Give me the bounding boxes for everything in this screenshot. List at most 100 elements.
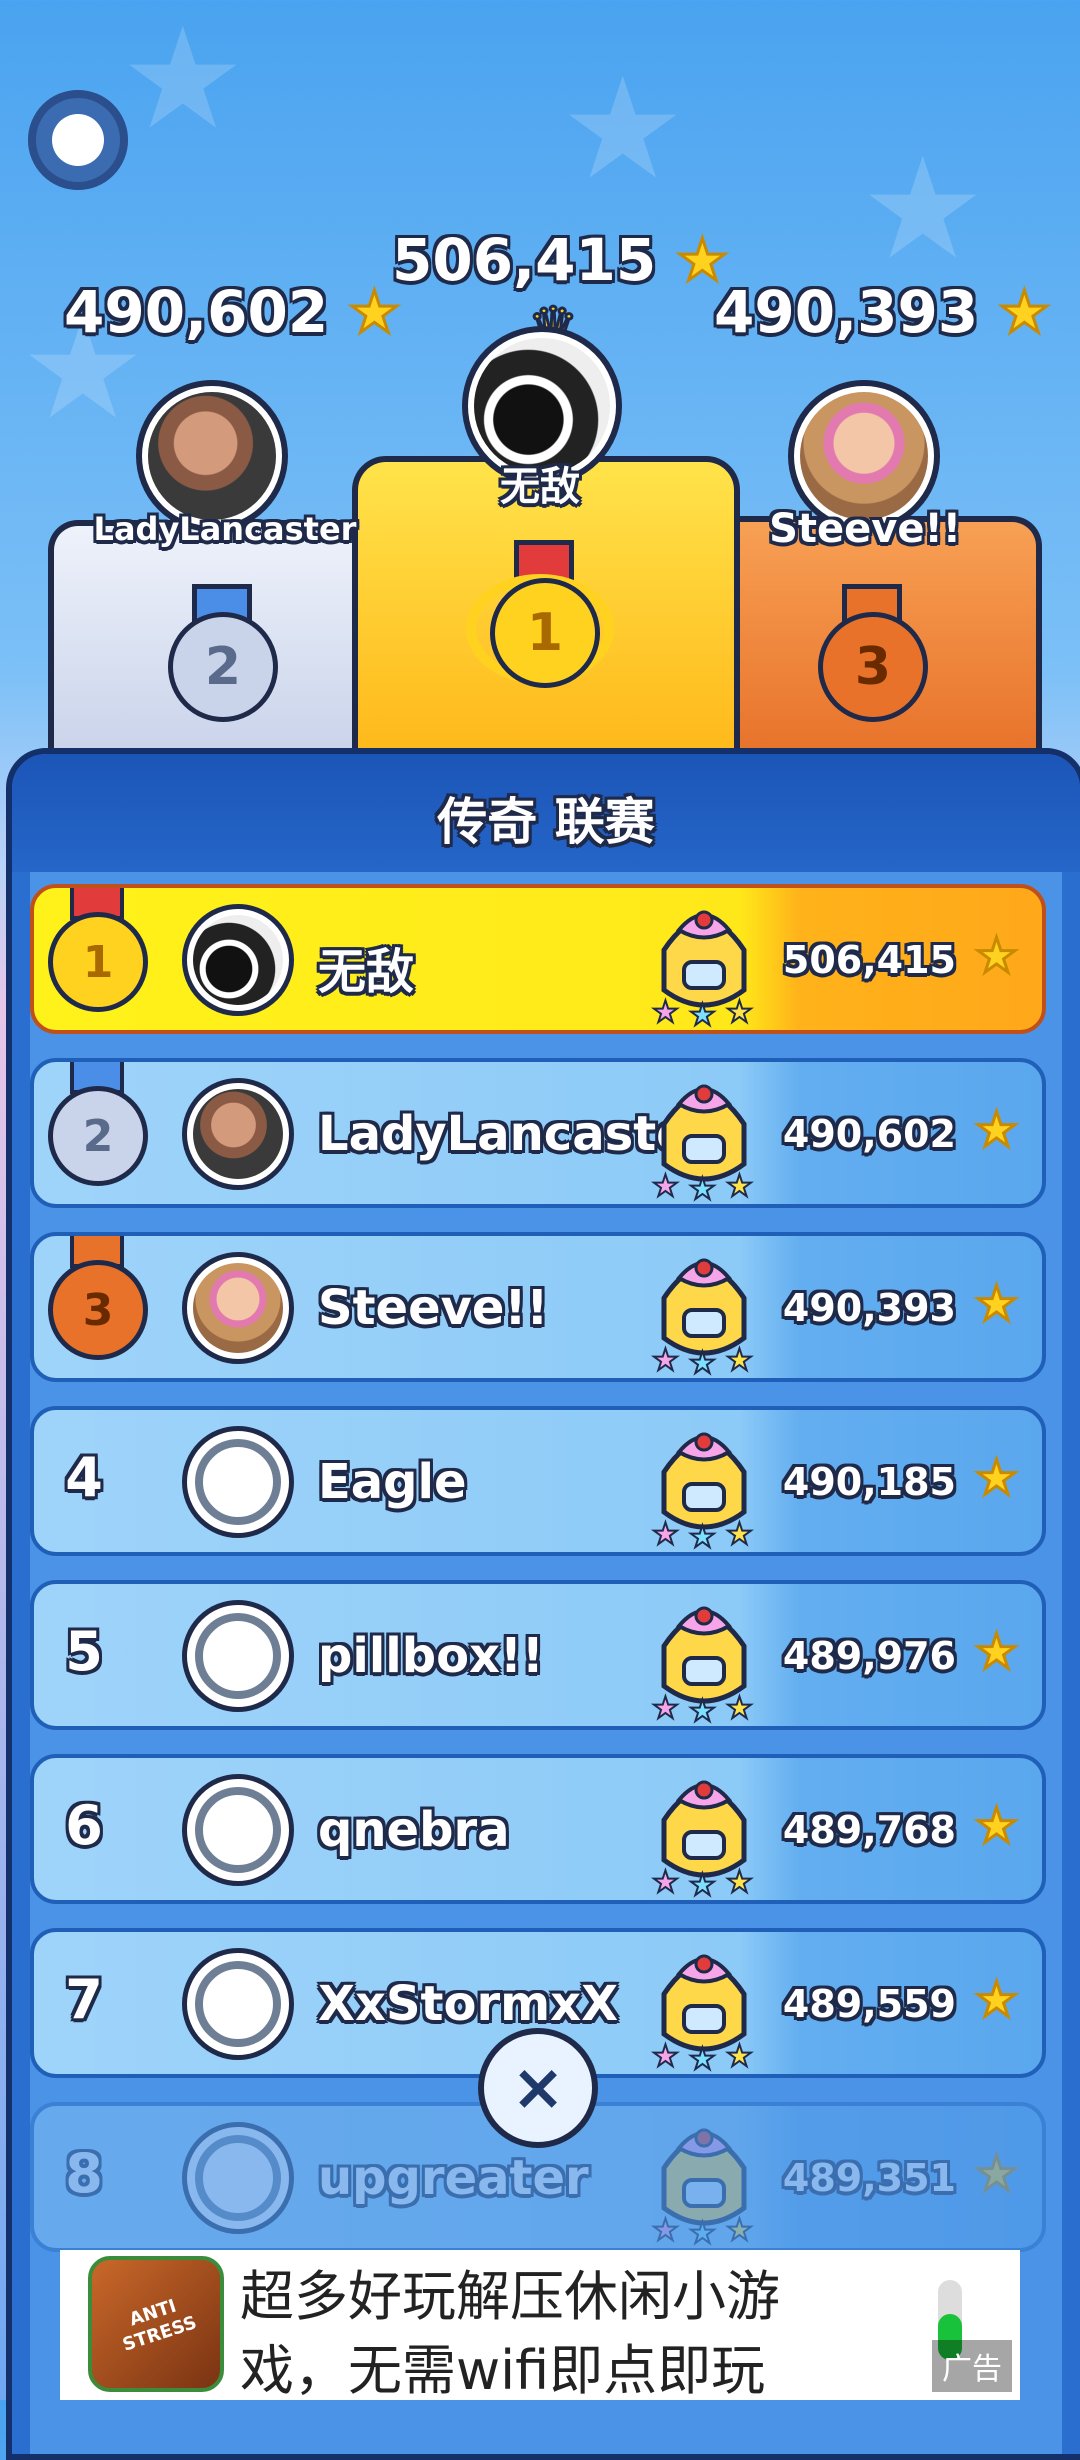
toggle-knob <box>52 114 104 166</box>
ad-label: 广告 <box>932 2340 1012 2392</box>
silver-medal-rank: 2 <box>204 637 242 697</box>
svg-text:★: ★ <box>689 1868 716 1900</box>
rank-medal-icon: 2 <box>48 1086 148 1186</box>
podium-first-name: 无敌 <box>500 464 580 510</box>
background-star-decoration: ★ <box>560 48 686 211</box>
svg-text:★: ★ <box>726 1865 753 1900</box>
leaderboard-row[interactable]: 4 Eagle ★ ★ ★ 490,185 ★ <box>30 1406 1046 1556</box>
league-trophy-icon: ★ ★ ★ <box>651 1432 754 1552</box>
player-name: qnebra <box>318 1802 510 1858</box>
leaderboard-row[interactable]: 3 Steeve!! ★ ★ ★ 490,393 ★ <box>30 1232 1046 1382</box>
svg-text:★: ★ <box>652 2213 679 2248</box>
silver-medal-icon: 2 <box>168 612 278 722</box>
gold-medal-rank: 1 <box>526 603 564 663</box>
league-trophy-icon: ★ ★ ★ <box>651 1954 754 2074</box>
svg-text:★: ★ <box>689 1346 716 1378</box>
rank-medal-icon: 1 <box>48 912 148 1012</box>
row-rank: 3 <box>82 1284 114 1336</box>
podium-third-name: Steeve!! <box>769 506 961 552</box>
player-name: upgreater <box>318 2150 589 2206</box>
row-rank: 4 <box>65 1446 103 1509</box>
star-icon: ★ <box>978 277 1052 348</box>
svg-text:★: ★ <box>726 1343 753 1378</box>
player-avatar[interactable] <box>182 1252 294 1364</box>
svg-text:★: ★ <box>652 995 679 1030</box>
background-star-decoration: ★ <box>860 128 986 291</box>
svg-text:★: ★ <box>652 1169 679 1204</box>
default-avatar-icon[interactable] <box>182 1948 294 2060</box>
background-star-decoration: ★ <box>120 0 246 161</box>
player-score: 489,768 <box>782 1808 956 1852</box>
gold-medal-icon: 1 <box>490 578 600 688</box>
league-title: 传奇 联赛 <box>437 793 655 851</box>
player-score: 489,976 <box>782 1634 956 1678</box>
row-rank: 1 <box>82 936 114 988</box>
player-score: 489,351 <box>782 2156 956 2200</box>
panel-header: 传奇 联赛 <box>12 754 1080 872</box>
star-icon: ★ <box>973 1797 1019 1856</box>
svg-text:★: ★ <box>726 2039 753 2074</box>
league-trophy-icon: ★ ★ ★ <box>651 910 754 1030</box>
leaderboard-row[interactable]: 2 LadyLancaster ★ ★ ★ 490,602 ★ <box>30 1058 1046 1208</box>
player-name: Steeve!! <box>318 1280 549 1336</box>
leaderboard-row[interactable]: 1 无敌 ★ ★ ★ 506,415 ★ <box>30 884 1046 1034</box>
svg-text:★: ★ <box>726 1169 753 1204</box>
star-icon: ★ <box>973 1623 1019 1682</box>
svg-text:★: ★ <box>726 1517 753 1552</box>
player-score: 490,393 <box>782 1286 956 1330</box>
bronze-medal-rank: 3 <box>854 637 892 697</box>
leaderboard-row[interactable]: 5 pillbox!! ★ ★ ★ 489,976 ★ <box>30 1580 1046 1730</box>
player-score: 489,559 <box>782 1982 956 2026</box>
star-icon: ★ <box>973 927 1019 986</box>
leaderboard-row[interactable]: 6 qnebra ★ ★ ★ 489,768 ★ <box>30 1754 1046 1904</box>
star-icon: ★ <box>973 1101 1019 1160</box>
svg-text:★: ★ <box>726 2213 753 2248</box>
bronze-medal-icon: 3 <box>818 612 928 722</box>
svg-text:★: ★ <box>652 1517 679 1552</box>
row-rank: 7 <box>65 1968 103 2031</box>
podium-second-name: LadyLancaster <box>93 510 357 548</box>
star-icon: ★ <box>973 1449 1019 1508</box>
ad-text[interactable]: 超多好玩解压休闲小游戏，无需wifi即点即玩 <box>240 2260 880 2400</box>
league-trophy-icon: ★ ★ ★ <box>651 2128 754 2248</box>
svg-text:★: ★ <box>689 1694 716 1726</box>
podium-first-score: 506,415 ★ <box>392 225 730 296</box>
svg-text:★: ★ <box>652 1691 679 1726</box>
star-icon: ★ <box>328 277 402 348</box>
settings-toggle-button[interactable] <box>28 90 128 190</box>
player-avatar[interactable] <box>182 1078 294 1190</box>
player-score: 490,185 <box>782 1460 956 1504</box>
svg-text:★: ★ <box>652 1865 679 1900</box>
player-name: 无敌 <box>318 944 415 1000</box>
row-rank: 6 <box>65 1794 103 1857</box>
league-trophy-icon: ★ ★ ★ <box>651 1084 754 1204</box>
close-button[interactable]: × <box>478 2028 598 2148</box>
ad-banner[interactable]: ANTI STRESS 超多好玩解压休闲小游戏，无需wifi即点即玩 广告 <box>60 2250 1020 2400</box>
default-avatar-icon[interactable] <box>182 1426 294 1538</box>
star-icon: ★ <box>973 1275 1019 1334</box>
podium-first-score-value: 506,415 <box>392 226 657 294</box>
svg-text:★: ★ <box>689 998 716 1030</box>
svg-text:★: ★ <box>689 1172 716 1204</box>
player-avatar[interactable] <box>182 904 294 1016</box>
svg-text:★: ★ <box>726 995 753 1030</box>
player-score: 506,415 <box>782 938 956 982</box>
svg-text:★: ★ <box>689 2042 716 2074</box>
league-trophy-icon: ★ ★ ★ <box>651 1606 754 1726</box>
podium-third-score-value: 490,393 <box>714 278 979 346</box>
star-icon: ★ <box>973 2145 1019 2204</box>
default-avatar-icon[interactable] <box>182 1774 294 1886</box>
league-trophy-icon: ★ ★ ★ <box>651 1258 754 1378</box>
svg-text:★: ★ <box>689 2216 716 2248</box>
rank-medal-icon: 3 <box>48 1260 148 1360</box>
svg-text:★: ★ <box>726 1691 753 1726</box>
default-avatar-icon[interactable] <box>182 2122 294 2234</box>
ad-app-icon[interactable]: ANTI STRESS <box>88 2256 224 2392</box>
default-avatar-icon[interactable] <box>182 1600 294 1712</box>
podium-third-score: 490,393 ★ <box>714 277 1052 348</box>
player-name: pillbox!! <box>318 1628 544 1684</box>
podium-second-score-value: 490,602 <box>64 278 329 346</box>
player-name: Eagle <box>318 1454 467 1510</box>
podium-second-score: 490,602 ★ <box>64 277 402 348</box>
svg-text:★: ★ <box>689 1520 716 1552</box>
